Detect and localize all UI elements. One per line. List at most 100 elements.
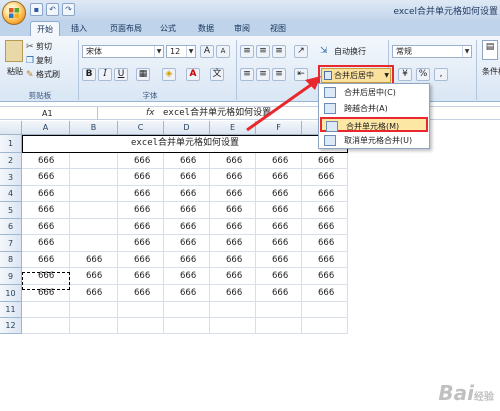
copy-icon[interactable]: ❐ bbox=[26, 55, 34, 67]
paste-label[interactable]: 粘贴 bbox=[7, 66, 23, 77]
sheet-cell[interactable]: 666 bbox=[210, 235, 256, 252]
sheet-cell[interactable]: 666 bbox=[164, 235, 210, 252]
sheet-cell[interactable] bbox=[70, 186, 118, 202]
sheet-cell[interactable]: 666 bbox=[164, 202, 210, 219]
sheet-cell[interactable]: 666 bbox=[302, 219, 348, 235]
conditional-format-icon[interactable]: ▤ bbox=[482, 40, 498, 60]
sheet-cell[interactable] bbox=[302, 318, 348, 334]
menu-item-unmerge-cells[interactable]: 取消单元格合并(U) bbox=[320, 133, 428, 148]
tab-page-layout[interactable]: 页面布局 bbox=[104, 21, 148, 36]
column-header-a[interactable]: A bbox=[22, 121, 70, 135]
sheet-cell[interactable]: 666 bbox=[210, 268, 256, 285]
sheet-cell[interactable] bbox=[210, 302, 256, 318]
sheet-cell[interactable]: 666 bbox=[70, 285, 118, 302]
wrap-text-button[interactable]: 自动换行 bbox=[334, 46, 366, 57]
sheet-cell[interactable]: 666 bbox=[210, 186, 256, 202]
scissors-icon[interactable]: ✂ bbox=[26, 41, 34, 53]
font-name-select[interactable]: 宋体 ▼ bbox=[82, 45, 164, 58]
sheet-cell[interactable]: 666 bbox=[22, 235, 70, 252]
sheet-cell[interactable]: 666 bbox=[118, 285, 164, 302]
sheet-cell[interactable] bbox=[256, 302, 302, 318]
grow-font-icon[interactable]: A bbox=[200, 45, 214, 58]
sheet-cell[interactable]: 666 bbox=[22, 169, 70, 186]
sheet-cell[interactable]: 666 bbox=[22, 153, 70, 169]
sheet-cell[interactable]: 666 bbox=[118, 153, 164, 169]
format-painter-icon[interactable]: ✎ bbox=[26, 69, 34, 81]
tab-view[interactable]: 视图 bbox=[264, 21, 292, 36]
italic-button[interactable]: I bbox=[98, 68, 112, 81]
sheet-cell[interactable]: 666 bbox=[210, 169, 256, 186]
sheet-cell[interactable]: 666 bbox=[22, 252, 70, 268]
tab-home[interactable]: 开始 bbox=[30, 21, 60, 36]
number-format-select[interactable]: 常规 ▼ bbox=[392, 45, 472, 58]
row-header-1[interactable]: 1 bbox=[0, 135, 22, 153]
sheet-cell[interactable]: 666 bbox=[256, 235, 302, 252]
sheet-cell[interactable] bbox=[118, 302, 164, 318]
row-header-7[interactable]: 7 bbox=[0, 235, 22, 252]
row-header-4[interactable]: 4 bbox=[0, 186, 22, 202]
paste-icon[interactable] bbox=[5, 40, 23, 62]
column-header-c[interactable]: C bbox=[118, 121, 164, 135]
sheet-cell[interactable]: 666 bbox=[118, 202, 164, 219]
office-button[interactable] bbox=[2, 1, 26, 25]
orientation-icon[interactable]: ↗ bbox=[294, 45, 308, 58]
row-header-5[interactable]: 5 bbox=[0, 202, 22, 219]
menu-item-merge-across[interactable]: 跨越合并(A) bbox=[320, 101, 428, 116]
sheet-cell[interactable] bbox=[22, 318, 70, 334]
wrap-text-icon[interactable]: ⇲ bbox=[320, 45, 328, 57]
row-header-2[interactable]: 2 bbox=[0, 153, 22, 169]
row-header-10[interactable]: 10 bbox=[0, 285, 22, 302]
sheet-cell[interactable]: 666 bbox=[118, 219, 164, 235]
sheet-cell[interactable] bbox=[70, 235, 118, 252]
shrink-font-icon[interactable]: A bbox=[216, 45, 230, 58]
phonetic-icon[interactable]: 文 bbox=[210, 68, 224, 81]
sheet-cell[interactable]: 666 bbox=[302, 252, 348, 268]
fill-color-icon[interactable]: ◈ bbox=[162, 68, 176, 81]
sheet-cell[interactable]: 666 bbox=[302, 186, 348, 202]
align-middle-icon[interactable]: ≡ bbox=[256, 45, 270, 58]
column-header-b[interactable]: B bbox=[70, 121, 118, 135]
sheet-cell[interactable] bbox=[210, 318, 256, 334]
sheet-cell[interactable]: 666 bbox=[118, 169, 164, 186]
sheet-cell[interactable]: 666 bbox=[210, 153, 256, 169]
sheet-cell[interactable]: 666 bbox=[164, 252, 210, 268]
sheet-cell[interactable]: 666 bbox=[118, 186, 164, 202]
row-header-3[interactable]: 3 bbox=[0, 169, 22, 186]
conditional-format-button[interactable]: 条件格 bbox=[482, 66, 500, 77]
sheet-cell[interactable]: 666 bbox=[164, 285, 210, 302]
format-painter-button[interactable]: 格式刷 bbox=[36, 69, 60, 80]
font-color-icon[interactable]: A bbox=[186, 68, 200, 81]
sheet-cell[interactable]: 666 bbox=[256, 268, 302, 285]
sheet-cell[interactable]: 666 bbox=[22, 202, 70, 219]
tab-data[interactable]: 数据 bbox=[192, 21, 220, 36]
underline-button[interactable]: U bbox=[114, 68, 128, 81]
sheet-cell[interactable] bbox=[118, 318, 164, 334]
sheet-cell[interactable] bbox=[70, 153, 118, 169]
sheet-cell[interactable]: 666 bbox=[210, 252, 256, 268]
sheet-cell[interactable]: 666 bbox=[164, 268, 210, 285]
sheet-cell[interactable]: 666 bbox=[256, 202, 302, 219]
sheet-cell[interactable] bbox=[22, 302, 70, 318]
tab-insert[interactable]: 插入 bbox=[66, 21, 92, 36]
sheet-cell[interactable]: 666 bbox=[256, 186, 302, 202]
merged-title-cell[interactable]: excel合并单元格如何设置 bbox=[22, 135, 348, 153]
sheet-cell[interactable] bbox=[70, 219, 118, 235]
row-header-6[interactable]: 6 bbox=[0, 219, 22, 235]
sheet-cell[interactable]: 666 bbox=[164, 169, 210, 186]
sheet-cell[interactable]: 666 bbox=[256, 252, 302, 268]
sheet-cell[interactable]: 666 bbox=[164, 219, 210, 235]
column-header-d[interactable]: D bbox=[164, 121, 210, 135]
menu-item-merge-cells[interactable]: 合并单元格(M) bbox=[320, 117, 428, 132]
sheet-cell[interactable]: 666 bbox=[256, 153, 302, 169]
align-top-icon[interactable]: ≡ bbox=[240, 45, 254, 58]
sheet-cell[interactable]: 666 bbox=[118, 252, 164, 268]
sheet-cell[interactable]: 666 bbox=[302, 268, 348, 285]
sheet-cell[interactable]: 666 bbox=[210, 219, 256, 235]
sheet-cell[interactable]: 666 bbox=[302, 169, 348, 186]
cut-button[interactable]: 剪切 bbox=[36, 41, 52, 52]
sheet-cell[interactable] bbox=[164, 302, 210, 318]
sheet-cell[interactable]: 666 bbox=[164, 186, 210, 202]
bold-button[interactable]: B bbox=[82, 68, 96, 81]
menu-item-merge-center[interactable]: 合并后居中(C) bbox=[320, 85, 428, 100]
sheet-cell[interactable]: 666 bbox=[22, 186, 70, 202]
